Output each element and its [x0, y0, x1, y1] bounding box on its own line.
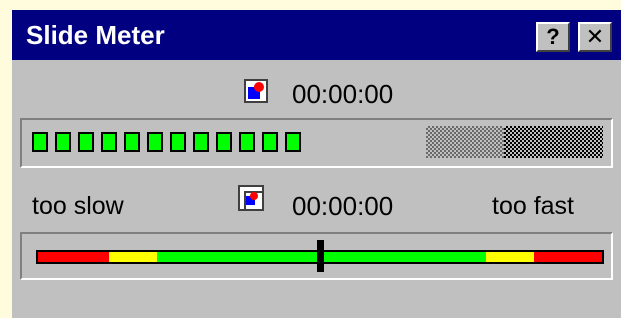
slide-icon — [244, 79, 268, 103]
pace-gauge-panel — [20, 232, 613, 280]
progress-led — [55, 132, 71, 152]
pace-segment-fast-warning — [486, 252, 534, 262]
slides-stack-icon — [238, 185, 264, 211]
window-title: Slide Meter — [26, 20, 165, 50]
progress-led — [216, 132, 232, 152]
close-icon: ✕ — [585, 24, 605, 49]
pace-segment-slow-warning — [109, 252, 157, 262]
too-fast-label: too fast — [492, 192, 574, 220]
progress-led — [170, 132, 186, 152]
close-button[interactable]: ✕ — [578, 22, 612, 52]
progress-led — [147, 132, 163, 152]
meter-remaining-light — [426, 126, 504, 158]
progress-led — [262, 132, 278, 152]
progress-led — [78, 132, 94, 152]
progress-led — [285, 132, 301, 152]
title-bar[interactable]: Slide Meter ? ✕ — [12, 10, 621, 60]
progress-led — [193, 132, 209, 152]
too-slow-label: too slow — [32, 192, 124, 220]
progress-meter-panel — [20, 118, 613, 168]
pace-segment-too-slow — [38, 252, 109, 262]
progress-led — [239, 132, 255, 152]
presentation-elapsed-time: 00:00:00 — [292, 79, 394, 109]
meter-remaining-dark — [504, 126, 603, 158]
progress-led — [124, 132, 140, 152]
help-button[interactable]: ? — [536, 22, 570, 52]
progress-led — [101, 132, 117, 152]
pace-needle — [317, 240, 324, 272]
progress-led — [32, 132, 48, 152]
help-icon: ? — [546, 24, 560, 49]
slide-elapsed-time: 00:00:00 — [292, 191, 394, 221]
slide-meter-window: Slide Meter ? ✕ 00:00:00 too slow 00:00:… — [12, 10, 621, 318]
pace-segment-too-fast — [534, 252, 602, 262]
